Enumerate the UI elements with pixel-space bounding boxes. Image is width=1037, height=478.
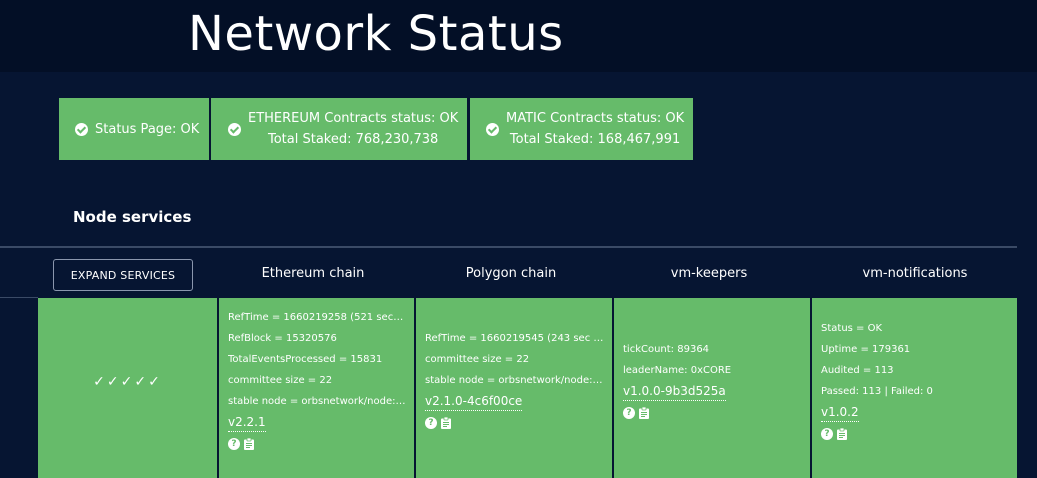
column-header-vm-keepers: vm-keepers [670,266,748,281]
committee-size: committee size = 22 [425,354,530,365]
vm-keepers-cell: tickCount: 89364 leaderName: 0xCORE v1.0… [614,298,810,478]
version-link[interactable]: v2.1.0-4c6f00ce [425,392,523,411]
status-page-box: Status Page: OK [59,98,209,160]
header-bar: Network Status [0,0,1037,72]
column-header-polygon: Polygon chain [465,266,557,281]
check-circle-icon [75,122,88,136]
total-staked: Total Staked: 168,467,991 [509,132,681,147]
passed-failed: Passed: 113 | Failed: 0 [821,386,933,397]
node-row-status-cell: ✓✓✓✓✓ [38,298,217,478]
question-circle-icon[interactable]: ? [228,438,240,450]
status-line: Status Page: OK [95,121,200,137]
status-line: MATIC Contracts status: OK [506,111,685,126]
ref-block: RefBlock = 15320576 [228,333,337,344]
total-staked: Total Staked: 768,230,738 [267,132,439,147]
ref-time: RefTime = 1660219258 (521 sec ago) [228,312,406,323]
divider [0,246,1017,248]
uptime: Uptime = 179361 [821,344,911,355]
divider [0,297,38,298]
check-circle-icon [228,122,241,136]
clipboard-icon[interactable] [639,407,649,419]
matic-status-box: MATIC Contracts status: OK Total Staked:… [470,98,693,160]
clipboard-icon[interactable] [837,428,847,440]
version-link[interactable]: v1.0.2 [821,403,859,422]
stable-node: stable node = orbsnetwork/node:v2.2.1 [228,396,406,407]
version-link[interactable]: v2.2.1 [228,413,266,432]
question-circle-icon[interactable]: ? [623,407,635,419]
checks-icons: ✓✓✓✓✓ [93,374,162,390]
committee-size: committee size = 22 [228,375,333,386]
section-title: Node services [73,208,192,226]
stable-node: stable node = orbsnetwork/node:v2.1.0 [425,375,604,386]
ethereum-chain-cell: RefTime = 1660219258 (521 sec ago) RefBl… [219,298,414,478]
total-events: TotalEventsProcessed = 15831 [228,354,383,365]
expand-services-button[interactable]: EXPAND SERVICES [53,259,193,291]
leader-name: leaderName: 0xCORE [623,365,732,376]
column-header-ethereum: Ethereum chain [261,266,365,281]
column-header-vm-notifications: vm-notifications [862,266,968,281]
tick-count: tickCount: 89364 [623,344,710,355]
version-link[interactable]: v1.0.0-9b3d525a [623,382,726,401]
polygon-chain-cell: RefTime = 1660219545 (243 sec ago) commi… [416,298,612,478]
ethereum-status-box: ETHEREUM Contracts status: OK Total Stak… [211,98,467,160]
audited: Audited = 113 [821,365,894,376]
vm-notifications-cell: Status = OK Uptime = 179361 Audited = 11… [812,298,1017,478]
status-line: ETHEREUM Contracts status: OK [248,111,459,126]
clipboard-icon[interactable] [244,438,254,450]
check-circle-icon [486,122,499,136]
ref-time: RefTime = 1660219545 (243 sec ago) [425,333,604,344]
question-circle-icon[interactable]: ? [821,428,833,440]
page-title: Network Status [188,6,564,62]
status: Status = OK [821,323,883,334]
question-circle-icon[interactable]: ? [425,417,437,429]
clipboard-icon[interactable] [441,417,451,429]
